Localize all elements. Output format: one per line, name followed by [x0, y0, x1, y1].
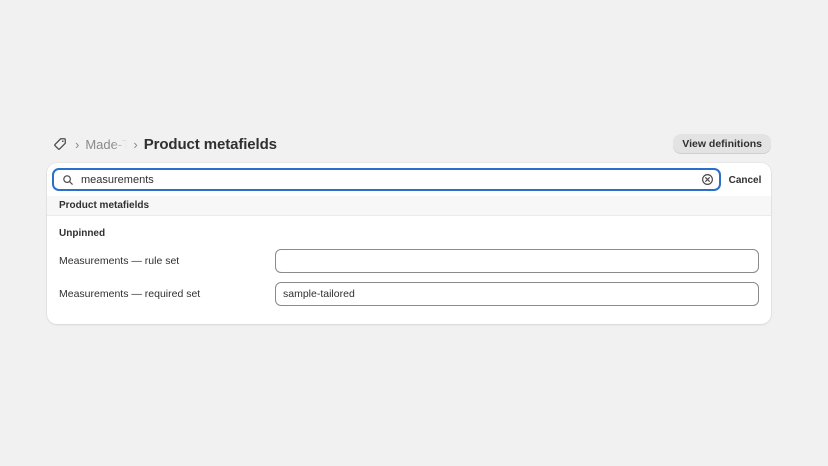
cancel-button[interactable]: Cancel	[725, 171, 765, 189]
search-field[interactable]	[52, 168, 721, 191]
tag-icon[interactable]	[51, 135, 69, 153]
page: › Made-To-Order › Product metafields Vie…	[0, 0, 828, 466]
breadcrumb-separator: ›	[75, 136, 80, 152]
group-label-unpinned: Unpinned	[59, 228, 106, 239]
page-header: › Made-To-Order › Product metafields Vie…	[47, 133, 771, 155]
breadcrumb-parent-link[interactable]: Made-To-Order	[85, 137, 127, 152]
search-row: Cancel	[47, 163, 771, 197]
metafield-row: Measurements — required set	[47, 282, 771, 306]
metafield-input-rule-set[interactable]	[275, 249, 759, 273]
search-icon	[60, 172, 76, 188]
page-title: Product metafields	[143, 135, 277, 153]
section-header: Product metafields	[47, 196, 771, 216]
clear-search-icon[interactable]	[699, 172, 715, 188]
metafield-label: Measurements — required set	[59, 288, 201, 300]
metafield-input-required-set[interactable]	[275, 282, 759, 306]
breadcrumb-separator: ›	[133, 136, 138, 152]
metafield-label: Measurements — rule set	[59, 255, 180, 267]
metafields-card: Cancel Product metafields Unpinned Measu…	[47, 163, 771, 324]
view-definitions-button[interactable]: View definitions	[673, 134, 771, 154]
search-input[interactable]	[81, 170, 699, 189]
metafield-row: Measurements — rule set	[47, 249, 771, 273]
